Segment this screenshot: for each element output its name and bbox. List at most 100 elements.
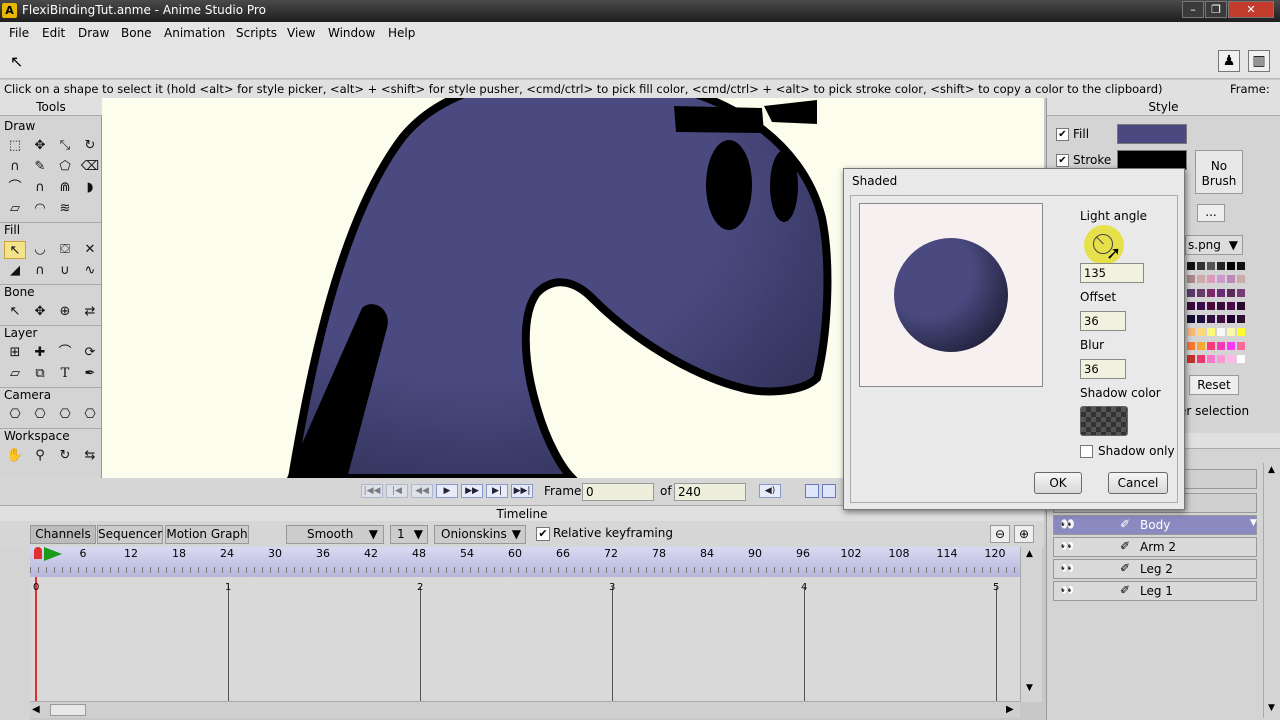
audio-icon[interactable]: ◀) (759, 484, 781, 498)
draw-shape-icon[interactable]: ⬠ (54, 158, 76, 176)
add-point-icon[interactable]: ∩ (4, 158, 26, 176)
perspective-icon[interactable]: ◗ (79, 179, 101, 197)
zoom-camera-icon[interactable]: ⎔ (29, 406, 51, 424)
scroll-left-icon[interactable]: ◀ (32, 704, 40, 715)
noise-icon[interactable]: ≋ (54, 200, 76, 218)
select-bone-icon[interactable]: ↖ (4, 303, 26, 321)
tab-channels[interactable]: Channels (30, 525, 96, 544)
zoom-icon[interactable]: ⚲ (29, 447, 51, 465)
paint-bucket-icon[interactable]: ⛋ (54, 241, 76, 259)
hide-edge-icon[interactable]: ◠ (29, 200, 51, 218)
color-palette[interactable] (1185, 260, 1245, 368)
next-key-icon[interactable]: ▶| (486, 484, 508, 498)
text-tool-icon[interactable]: T (54, 365, 76, 383)
shear-icon[interactable]: ▱ (4, 200, 26, 218)
menu-file[interactable]: File (9, 26, 29, 40)
switch-layer-icon[interactable]: ⧉ (29, 365, 51, 383)
columns-icon[interactable]: ▥ (1248, 50, 1270, 72)
scroll-thumb[interactable] (50, 704, 86, 716)
scroll-down-icon[interactable]: ▼ (1268, 703, 1275, 713)
translate-bone-icon[interactable]: ✥ (29, 303, 51, 321)
orbit-workspace-icon[interactable]: ⇆ (79, 447, 101, 465)
fill-color-swatch[interactable] (1117, 124, 1187, 144)
timeline-horizontal-scrollbar[interactable]: ◀ ▶ (30, 701, 1020, 718)
pan-tilt-camera-icon[interactable]: ⎔ (79, 406, 101, 424)
timeline-tracks[interactable]: 0 1 2 3 4 5 (30, 577, 1020, 701)
prev-key-icon[interactable]: |◀ (386, 484, 408, 498)
shear-layer-icon[interactable]: ▱ (4, 365, 26, 383)
scale-points-icon[interactable]: ⤡ (54, 137, 76, 155)
frame-input[interactable]: 0 (582, 483, 654, 501)
curvature-icon[interactable]: ⌒ (4, 179, 26, 197)
end-frame-input[interactable]: 240 (674, 483, 746, 501)
palette-dropdown[interactable]: s.png ▼ (1185, 235, 1243, 255)
cancel-button[interactable]: Cancel (1108, 472, 1168, 494)
layer-row-arm-2[interactable]: 👀 ✐ Arm 2 (1053, 537, 1257, 557)
stroke-color-swatch[interactable] (1117, 150, 1187, 170)
view-split-icon[interactable] (822, 484, 836, 498)
visibility-eye-icon[interactable]: 👀 (1060, 561, 1075, 575)
view-single-icon[interactable] (805, 484, 819, 498)
close-button[interactable]: ✕ (1228, 1, 1274, 18)
stroke-exposure-icon[interactable]: ∪ (54, 262, 76, 280)
translate-layer-icon[interactable]: ✚ (29, 344, 51, 362)
bend-icon[interactable]: ⋒ (54, 179, 76, 197)
menu-window[interactable]: Window (328, 26, 375, 40)
magnet-icon[interactable]: ∩ (29, 179, 51, 197)
rotate-points-icon[interactable]: ↻ (79, 137, 101, 155)
stroke-checkbox[interactable]: ✔ (1056, 154, 1069, 167)
zoom-in-icon[interactable]: ⊕ (1014, 525, 1034, 543)
eraser-icon[interactable]: ⌫ (79, 158, 101, 176)
set-origin-icon[interactable]: ⊞ (4, 344, 26, 362)
chevron-down-icon[interactable]: ▼ (1250, 518, 1257, 528)
frame-ruler[interactable]: 6 12 18 24 30 36 42 48 54 60 66 72 78 84… (30, 547, 1020, 577)
reparent-bone-icon[interactable]: ⇄ (79, 303, 101, 321)
relative-keyframing-checkbox[interactable]: ✔ (536, 527, 550, 541)
offset-input[interactable]: 36 (1080, 311, 1126, 331)
scroll-up-icon[interactable]: ▲ (1026, 549, 1033, 559)
menu-bone[interactable]: Bone (121, 26, 152, 40)
restore-button[interactable]: ❐ (1205, 1, 1227, 18)
curve-profile-icon[interactable]: ∿ (79, 262, 101, 280)
fill-checkbox[interactable]: ✔ (1056, 128, 1069, 141)
menu-scripts[interactable]: Scripts (236, 26, 277, 40)
menu-help[interactable]: Help (388, 26, 415, 40)
visibility-eye-icon[interactable]: 👀 (1060, 539, 1075, 553)
layer-row-body[interactable]: 👀 ✐ Body ▼ (1053, 515, 1257, 535)
eyedropper-icon[interactable]: ✒ (79, 365, 101, 383)
minimize-button[interactable]: – (1182, 1, 1204, 18)
rotate-layer-icon[interactable]: ⟳ (79, 344, 101, 362)
scroll-up-icon[interactable]: ▲ (1268, 465, 1275, 475)
rotate-workspace-icon[interactable]: ↻ (54, 447, 76, 465)
visibility-eye-icon[interactable]: 👀 (1060, 583, 1075, 597)
menu-edit[interactable]: Edit (42, 26, 65, 40)
visibility-eye-icon[interactable]: 👀 (1060, 517, 1075, 531)
light-angle-input[interactable]: 135 (1080, 263, 1144, 283)
rewind-icon[interactable]: |◀◀ (361, 484, 383, 498)
freehand-icon[interactable]: ✎ (29, 158, 51, 176)
fast-forward-icon[interactable]: ▶▶| (511, 484, 533, 498)
delete-shape-icon[interactable]: ✕ (79, 241, 101, 259)
layer-row-leg-2[interactable]: 👀 ✐ Leg 2 (1053, 559, 1257, 579)
step-forward-icon[interactable]: ▶▶ (461, 484, 483, 498)
select-shape-tool-icon[interactable]: ↖ (4, 241, 26, 259)
track-camera-icon[interactable]: ⎔ (4, 406, 26, 424)
step-back-icon[interactable]: ◀◀ (411, 484, 433, 498)
hide-edge-fill-icon[interactable]: ∩ (29, 262, 51, 280)
menu-view[interactable]: View (287, 26, 315, 40)
playhead-marker[interactable] (34, 547, 42, 559)
menu-animation[interactable]: Animation (164, 26, 225, 40)
line-width-icon[interactable]: ◢ (4, 262, 26, 280)
scroll-down-icon[interactable]: ▼ (1026, 683, 1033, 693)
select-points-icon[interactable]: ⬚ (4, 137, 26, 155)
create-shape-icon[interactable]: ◡ (29, 241, 51, 259)
ok-button[interactable]: OK (1034, 472, 1082, 494)
character-icon[interactable]: ♟ (1218, 50, 1240, 72)
layers-scrollbar[interactable]: ▲ ▼ (1263, 463, 1280, 718)
reset-button[interactable]: Reset (1189, 375, 1239, 395)
menu-draw[interactable]: Draw (78, 26, 109, 40)
hand-icon[interactable]: ✋ (4, 447, 26, 465)
interp-number-dropdown[interactable]: 1 ▼ (390, 525, 428, 544)
add-bone-icon[interactable]: ⊕ (54, 303, 76, 321)
translate-points-icon[interactable]: ✥ (29, 137, 51, 155)
